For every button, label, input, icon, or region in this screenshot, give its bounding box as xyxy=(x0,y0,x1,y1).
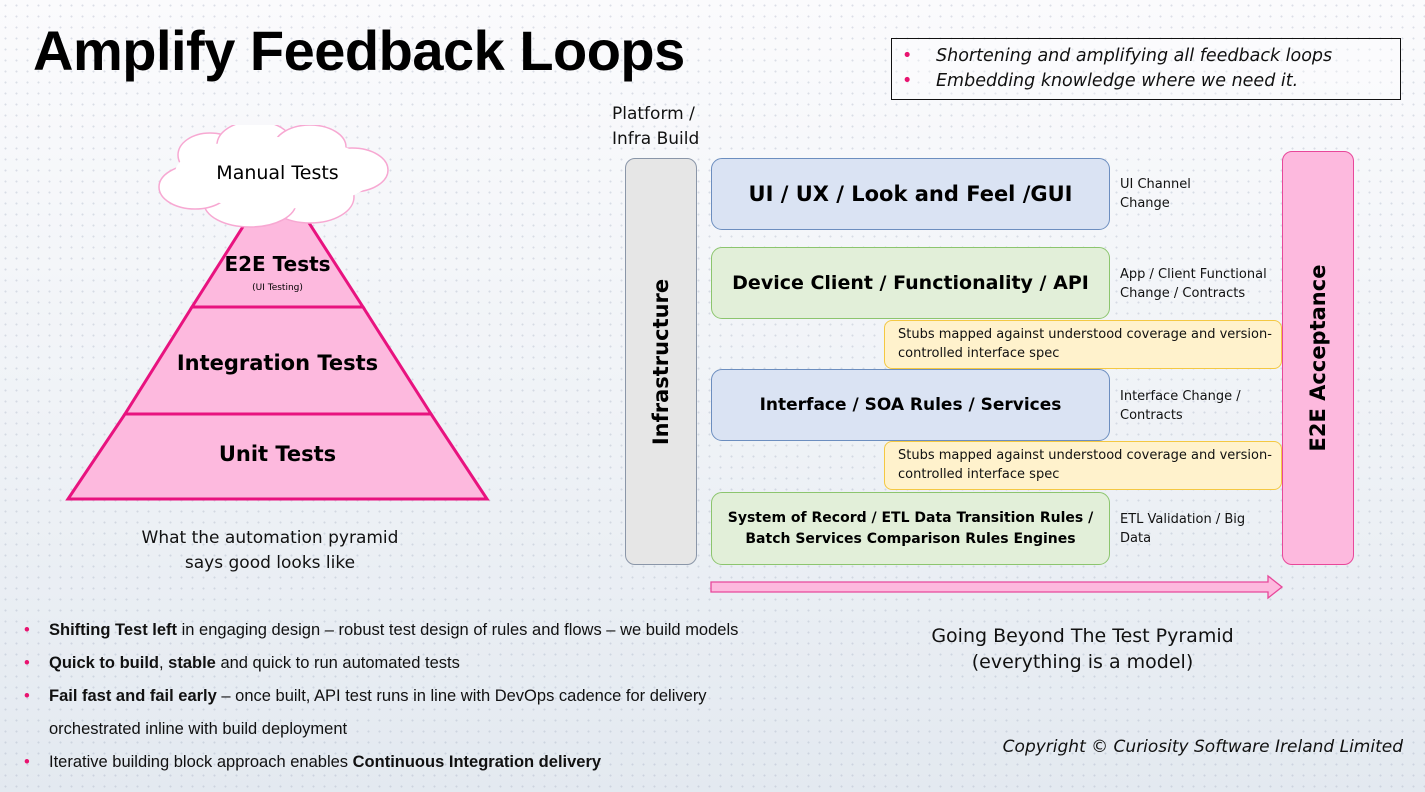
note-line: Contracts xyxy=(1120,408,1183,423)
infrastructure-block: Infrastructure xyxy=(625,158,697,565)
note-line: Interface Change / xyxy=(1120,389,1241,404)
bullet-icon: • xyxy=(24,753,30,771)
callout-item: • Embedding knowledge where we need it. xyxy=(902,69,1400,94)
key-point-continuation: orchestrated inline with build deploymen… xyxy=(24,713,738,746)
key-point-text: and quick to run automated tests xyxy=(215,654,460,672)
ui-testing-sublabel: (UI Testing) xyxy=(252,283,303,293)
infrastructure-label: Infrastructure xyxy=(649,278,673,445)
layer-label-line: Batch Services Comparison Rules Engines xyxy=(745,530,1076,547)
bullet-icon: • xyxy=(902,71,913,91)
beyond-caption-line: Going Beyond The Test Pyramid xyxy=(931,625,1234,647)
callout-item: • Shortening and amplifying all feedback … xyxy=(902,44,1400,69)
bullet-icon: • xyxy=(24,654,30,672)
platform-label-line: Platform / xyxy=(612,104,695,124)
callout-box: • Shortening and amplifying all feedback … xyxy=(891,38,1401,100)
key-point-bold: Continuous Integration delivery xyxy=(352,753,602,771)
manual-tests-label: Manual Tests xyxy=(216,162,339,184)
layer-label: UI / UX / Look and Feel /GUI xyxy=(748,182,1073,206)
arrow-right-icon xyxy=(710,574,1284,600)
layer-note-etl: ETL Validation / Big Data xyxy=(1120,510,1245,548)
key-point: • Shifting Test left in engaging design –… xyxy=(24,614,738,647)
note-line: Change xyxy=(1120,196,1170,211)
pyramid-caption-line: says good looks like xyxy=(184,553,356,573)
flow-arrow xyxy=(710,574,1284,600)
pyramid-caption: What the automation pyramid says good lo… xyxy=(120,526,420,576)
stub-line: controlled interface spec xyxy=(898,467,1060,482)
bullet-icon: • xyxy=(24,687,30,705)
page-title: Amplify Feedback Loops xyxy=(33,19,685,82)
layer-device-client: Device Client / Functionality / API xyxy=(711,247,1110,319)
key-point-text: Iterative building block approach enable… xyxy=(49,753,353,771)
key-point-text: – once built, API test runs in line with… xyxy=(216,687,707,705)
integration-tests-label: Integration Tests xyxy=(176,351,379,375)
layer-interface-soa: Interface / SOA Rules / Services xyxy=(711,369,1110,441)
beyond-caption: Going Beyond The Test Pyramid (everythin… xyxy=(920,623,1245,675)
layer-label: Interface / SOA Rules / Services xyxy=(759,395,1062,415)
note-line: Data xyxy=(1120,531,1152,546)
layer-note-ui: UI Channel Change xyxy=(1120,175,1191,213)
layer-label: Device Client / Functionality / API xyxy=(732,272,1089,294)
layer-note-device: App / Client Functional Change / Contrac… xyxy=(1120,265,1267,303)
stub-line: Stubs mapped against understood coverage… xyxy=(898,327,1272,342)
key-point-text: orchestrated inline with build deploymen… xyxy=(49,720,348,738)
layer-system-of-record: System of Record / ETL Data Transition R… xyxy=(711,492,1110,565)
note-line: UI Channel xyxy=(1120,177,1191,192)
platform-label-line: Infra Build xyxy=(612,129,700,149)
note-line: Change / Contracts xyxy=(1120,286,1246,301)
note-line: ETL Validation / Big xyxy=(1120,512,1246,527)
key-point: • Quick to build, stable and quick to run… xyxy=(24,647,738,680)
e2e-acceptance-label: E2E Acceptance xyxy=(1306,264,1330,452)
stub-line: Stubs mapped against understood coverage… xyxy=(898,448,1272,463)
stub-note: Stubs mapped against understood coverage… xyxy=(884,320,1282,369)
bullet-icon: • xyxy=(24,621,30,639)
e2e-tests-label: E2E Tests xyxy=(224,252,331,276)
beyond-caption-line: (everything is a model) xyxy=(971,651,1194,673)
key-point-bold: Shifting Test left xyxy=(49,621,178,639)
stub-line: controlled interface spec xyxy=(898,346,1060,361)
pyramid-caption-line: What the automation pyramid xyxy=(141,528,399,548)
callout-item-text: Shortening and amplifying all feedback l… xyxy=(936,46,1333,66)
e2e-acceptance-block: E2E Acceptance xyxy=(1282,151,1354,565)
stub-note: Stubs mapped against understood coverage… xyxy=(884,441,1282,490)
note-line: App / Client Functional xyxy=(1120,267,1267,282)
key-point: • Fail fast and fail early – once built, … xyxy=(24,680,738,713)
key-point-text: in engaging design – robust test design … xyxy=(177,621,739,639)
key-point-text: , xyxy=(159,654,169,672)
callout-item-text: Embedding knowledge where we need it. xyxy=(936,71,1299,91)
copyright-notice: Copyright © Curiosity Software Ireland L… xyxy=(1002,737,1403,757)
key-point-bold: Quick to build xyxy=(49,654,159,672)
key-point-bold: Fail fast and fail early xyxy=(49,687,217,705)
key-point: • Iterative building block approach enabl… xyxy=(24,746,738,779)
unit-tests-label: Unit Tests xyxy=(218,442,337,466)
layer-note-interface: Interface Change / Contracts xyxy=(1120,387,1241,425)
key-point-bold: stable xyxy=(168,654,216,672)
layer-label-line: System of Record / ETL Data Transition R… xyxy=(727,509,1094,526)
platform-infra-label: Platform / Infra Build xyxy=(612,102,699,152)
bullet-icon: • xyxy=(902,46,913,66)
key-points-list: • Shifting Test left in engaging design –… xyxy=(24,614,738,779)
layer-ui-ux: UI / UX / Look and Feel /GUI xyxy=(711,158,1110,230)
